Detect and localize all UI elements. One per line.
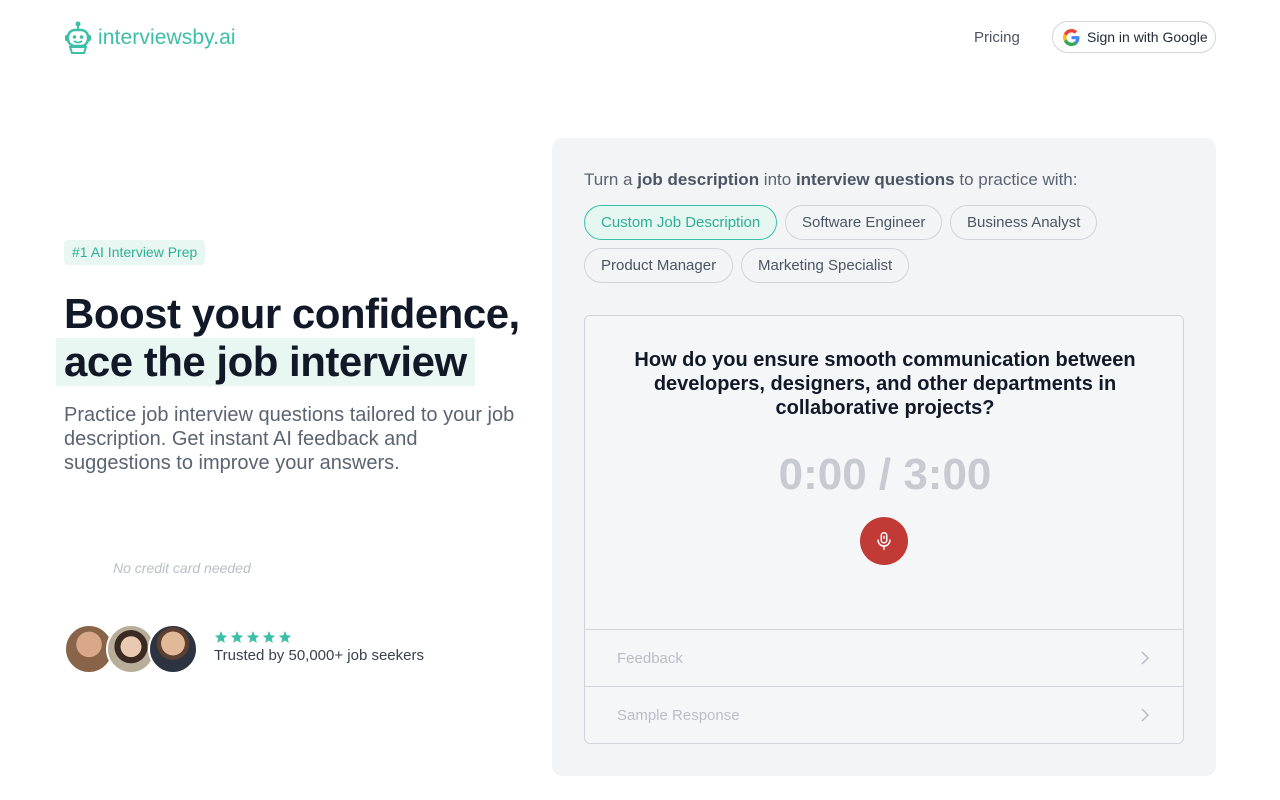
chip-product-manager[interactable]: Product Manager xyxy=(584,248,734,283)
no-credit-card-note: No credit card needed xyxy=(113,560,251,576)
avatar xyxy=(148,624,198,674)
recording-timer: 0:00 / 3:00 xyxy=(778,450,992,499)
chip-custom-job-description[interactable]: Custom Job Description xyxy=(584,205,778,240)
intro-bold-job-description: job description xyxy=(637,170,760,189)
google-signin-label: Sign in with Google xyxy=(1087,29,1208,45)
star-icon xyxy=(262,631,276,643)
star-icon xyxy=(278,631,292,643)
intro-bold-interview-questions: interview questions xyxy=(795,170,955,189)
hero-title-line1: Boost your confidence, xyxy=(64,290,520,337)
hero-title-line2: ace the job interview xyxy=(56,338,475,386)
hero-subtitle: Practice job interview questions tailore… xyxy=(64,404,515,474)
star-icon xyxy=(246,631,260,643)
intro-text: into xyxy=(759,170,796,189)
landing-page: interviewsby.ai Pricing Sign in with Goo… xyxy=(0,0,1280,800)
star-icon xyxy=(230,631,244,643)
chip-marketing-specialist[interactable]: Marketing Specialist xyxy=(741,248,910,283)
hero-title: Boost your confidence, ace the job inter… xyxy=(56,290,544,386)
practice-panel: Turn a job description into interview qu… xyxy=(552,138,1216,776)
sample-response-accordion[interactable]: Sample Response xyxy=(585,686,1183,743)
microphone-icon xyxy=(877,532,891,550)
chip-business-analyst[interactable]: Business Analyst xyxy=(950,205,1098,240)
chevron-right-icon xyxy=(1141,651,1150,665)
pricing-link[interactable]: Pricing xyxy=(974,29,1020,46)
feedback-accordion[interactable]: Feedback xyxy=(585,629,1183,686)
robot-icon xyxy=(65,21,91,54)
chevron-right-icon xyxy=(1141,708,1150,722)
logo[interactable]: interviewsby.ai xyxy=(64,20,236,56)
google-signin-button[interactable]: Sign in with Google xyxy=(1052,21,1216,53)
trust-block: Trusted by 50,000+ job seekers xyxy=(214,630,424,664)
intro-text: Turn a xyxy=(584,170,638,189)
chip-software-engineer[interactable]: Software Engineer xyxy=(785,205,943,240)
star-icon xyxy=(214,631,228,643)
record-button[interactable] xyxy=(860,517,908,565)
hero-badge: #1 AI Interview Prep xyxy=(64,240,206,265)
interview-question: How do you ensure smooth communication b… xyxy=(634,349,1136,419)
question-card: How do you ensure smooth communication b… xyxy=(584,315,1184,744)
avatar-group xyxy=(64,624,198,674)
google-g-icon xyxy=(1063,28,1080,46)
rating-stars xyxy=(214,630,424,644)
sample-response-label: Sample Response xyxy=(617,706,740,724)
logo-text: interviewsby.ai xyxy=(98,26,236,49)
feedback-label: Feedback xyxy=(617,649,683,667)
intro-text: to practice with: xyxy=(954,170,1078,189)
trust-text: Trusted by 50,000+ job seekers xyxy=(214,647,424,664)
practice-intro: Turn a job description into interview qu… xyxy=(584,170,1077,190)
